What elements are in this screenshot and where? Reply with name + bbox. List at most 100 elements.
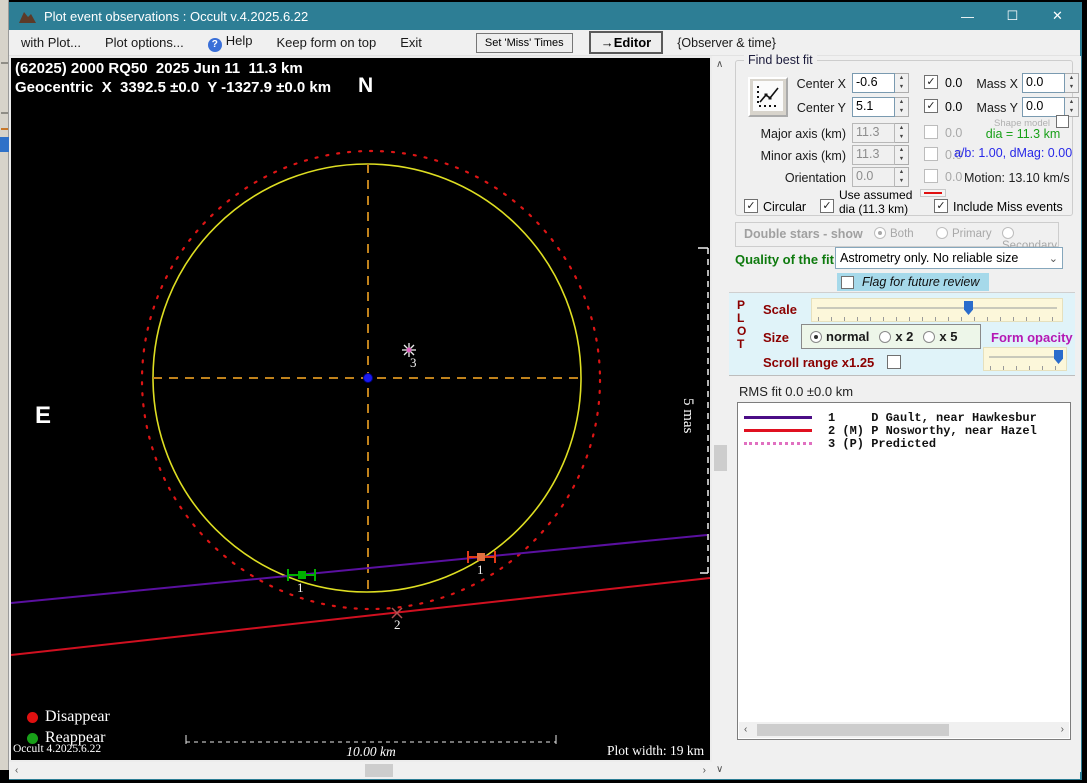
- km-scale-bar: [186, 735, 556, 744]
- listbox-scroll-left-icon[interactable]: ‹: [744, 725, 747, 735]
- fit-button[interactable]: [748, 77, 788, 117]
- scale-slider-ticks: [818, 317, 1056, 321]
- minimize-button[interactable]: —: [945, 2, 990, 30]
- mass-x-label: Mass X: [972, 77, 1018, 91]
- plot-canvas: [11, 58, 710, 760]
- plot-vertical-scrollbar[interactable]: ∧ ∨: [712, 56, 729, 779]
- observer-1-label: 1 D Gault, near Hawkesbur: [828, 411, 1037, 425]
- menu-plot-options[interactable]: Plot options...: [93, 35, 196, 50]
- include-miss-checkbox[interactable]: ✓: [934, 199, 948, 213]
- minor-axis-label: Minor axis (km): [752, 149, 846, 163]
- normal-radio-icon: [810, 331, 822, 343]
- occultation-plot[interactable]: (62025) 2000 RQ50 2025 Jun 11 11.3 kmGeo…: [9, 56, 712, 762]
- center-x-sigma-checkbox[interactable]: ✓: [924, 75, 938, 89]
- plot-header: (62025) 2000 RQ50 2025 Jun 11 11.3 kmGeo…: [15, 60, 331, 98]
- double-stars-label: Double stars - show: [744, 227, 863, 241]
- scroll-right-icon[interactable]: ›: [703, 766, 706, 776]
- secondary-radio-icon: [1002, 227, 1014, 239]
- both-radio-icon: [874, 227, 886, 239]
- center-x-field[interactable]: -0.6▲▼: [852, 73, 909, 93]
- menu-help[interactable]: ?Help: [196, 33, 265, 52]
- use-assumed-checkbox[interactable]: ✓: [820, 199, 834, 213]
- plot-word: PLOT: [737, 299, 748, 351]
- editor-button[interactable]: →Editor: [589, 31, 664, 54]
- center-y-spinner[interactable]: ▲▼: [895, 97, 909, 117]
- center-y-sigma-checkbox[interactable]: ✓: [924, 99, 938, 113]
- opacity-slider-thumb[interactable]: [1054, 350, 1063, 364]
- menu-exit[interactable]: Exit: [388, 35, 434, 50]
- major-sigma-value: 0.0: [945, 126, 962, 140]
- background-selected-item: [0, 137, 9, 152]
- center-y-field[interactable]: 5.1▲▼: [852, 97, 909, 117]
- center-x-label: Center X: [788, 77, 846, 91]
- scale-slider[interactable]: [811, 298, 1063, 322]
- scale-label: Scale: [763, 302, 797, 317]
- predicted-label: 3: [410, 355, 417, 371]
- major-axis-field: 11.3▲▼: [852, 123, 909, 143]
- listbox-horizontal-scrollbar[interactable]: ‹ ›: [739, 722, 1069, 738]
- chord1-line: [11, 535, 707, 603]
- observers-listbox[interactable]: 1 D Gault, near Hawkesbur 2 (M) P Noswor…: [737, 402, 1071, 740]
- orientation-sigma-checkbox: [924, 169, 938, 183]
- mass-x-spinner[interactable]: ▲▼: [1065, 73, 1079, 93]
- mass-x-field[interactable]: 0.0▲▼: [1022, 73, 1079, 93]
- flag-review-checkbox[interactable]: [841, 276, 854, 289]
- quality-select[interactable]: Astrometry only. No reliable size ⌄: [835, 247, 1063, 269]
- observer-row-3[interactable]: 3 (P) Predicted: [744, 437, 1070, 450]
- x5-radio-icon: [923, 331, 935, 343]
- disappear-dot-icon: [27, 712, 38, 723]
- mass-y-field[interactable]: 0.0▲▼: [1022, 97, 1079, 117]
- listbox-scroll-right-icon[interactable]: ›: [1061, 725, 1064, 735]
- north-label: N: [358, 74, 373, 98]
- close-button[interactable]: ✕: [1035, 2, 1080, 30]
- occult-plot-window: Plot event observations : Occult v.4.202…: [9, 2, 1082, 780]
- scroll-down-icon[interactable]: ∨: [716, 765, 723, 775]
- menu-with-plot[interactable]: with Plot...: [9, 35, 93, 50]
- center-x-spinner[interactable]: ▲▼: [895, 73, 909, 93]
- opacity-slider-ticks: [990, 366, 1060, 370]
- radio-primary: Primary: [936, 227, 992, 240]
- minor-axis-spinner: ▲▼: [895, 145, 909, 165]
- horizontal-scroll-thumb[interactable]: [365, 764, 393, 777]
- orientation-spinner: ▲▼: [895, 167, 909, 187]
- dia-text: dia = 11.3 km: [972, 127, 1074, 141]
- orientation-sigma-value: 0.0: [945, 170, 962, 184]
- ab-text: a/b: 1.00, dMag: 0.00: [954, 146, 1076, 160]
- observer-row-1[interactable]: 1 D Gault, near Hawkesbur: [744, 411, 1070, 424]
- double-stars-group: Double stars - show Both Primary Seconda…: [735, 222, 1059, 247]
- mass-y-spinner[interactable]: ▲▼: [1065, 97, 1079, 117]
- scroll-left-icon[interactable]: ‹: [15, 766, 18, 776]
- vertical-scroll-thumb[interactable]: [714, 445, 727, 471]
- maximize-button[interactable]: ☐: [990, 2, 1035, 30]
- observer-2-label: 2 (M) P Nosworthy, near Hazel: [828, 424, 1037, 438]
- size-normal-option[interactable]: normal: [810, 329, 869, 344]
- mas-scale-label: 5 mas: [679, 398, 696, 433]
- chord2-line: [11, 578, 710, 655]
- help-icon: ?: [208, 38, 222, 52]
- circular-checkbox[interactable]: ✓: [744, 199, 758, 213]
- observer-time-label: {Observer & time}: [677, 36, 776, 50]
- center-y-sigma-value: 0.0: [945, 100, 962, 114]
- size-x5-option[interactable]: x 5: [923, 329, 957, 344]
- form-opacity-slider[interactable]: [983, 347, 1067, 371]
- scroll-range-checkbox[interactable]: [887, 355, 901, 369]
- opacity-slider-track: [989, 356, 1061, 358]
- size-x2-option[interactable]: x 2: [879, 329, 913, 344]
- predicted-line-sample: [744, 442, 812, 445]
- scroll-up-icon[interactable]: ∧: [716, 60, 723, 70]
- size-label: Size: [763, 330, 789, 345]
- plot-horizontal-scrollbar[interactable]: ‹ ›: [9, 762, 712, 779]
- x2-radio-icon: [879, 331, 891, 343]
- control-panel: Find best fit Center X -0.6: [729, 56, 1081, 772]
- minor-sigma-checkbox: [924, 147, 938, 161]
- set-miss-times-button[interactable]: Set 'Miss' Times: [476, 33, 573, 53]
- title-bar[interactable]: Plot event observations : Occult v.4.202…: [9, 2, 1080, 30]
- use-assumed-label: Use assumed dia (11.3 km): [839, 189, 931, 217]
- primary-radio-icon: [936, 227, 948, 239]
- observer-row-2[interactable]: 2 (M) P Nosworthy, near Hazel: [744, 424, 1070, 437]
- listbox-scroll-thumb[interactable]: [757, 724, 949, 736]
- orientation-field: 0.0▲▼: [852, 167, 909, 187]
- menu-keep-on-top[interactable]: Keep form on top: [265, 35, 389, 50]
- size-radio-group: normal x 2 x 5: [801, 324, 981, 349]
- scale-slider-thumb[interactable]: [964, 301, 973, 315]
